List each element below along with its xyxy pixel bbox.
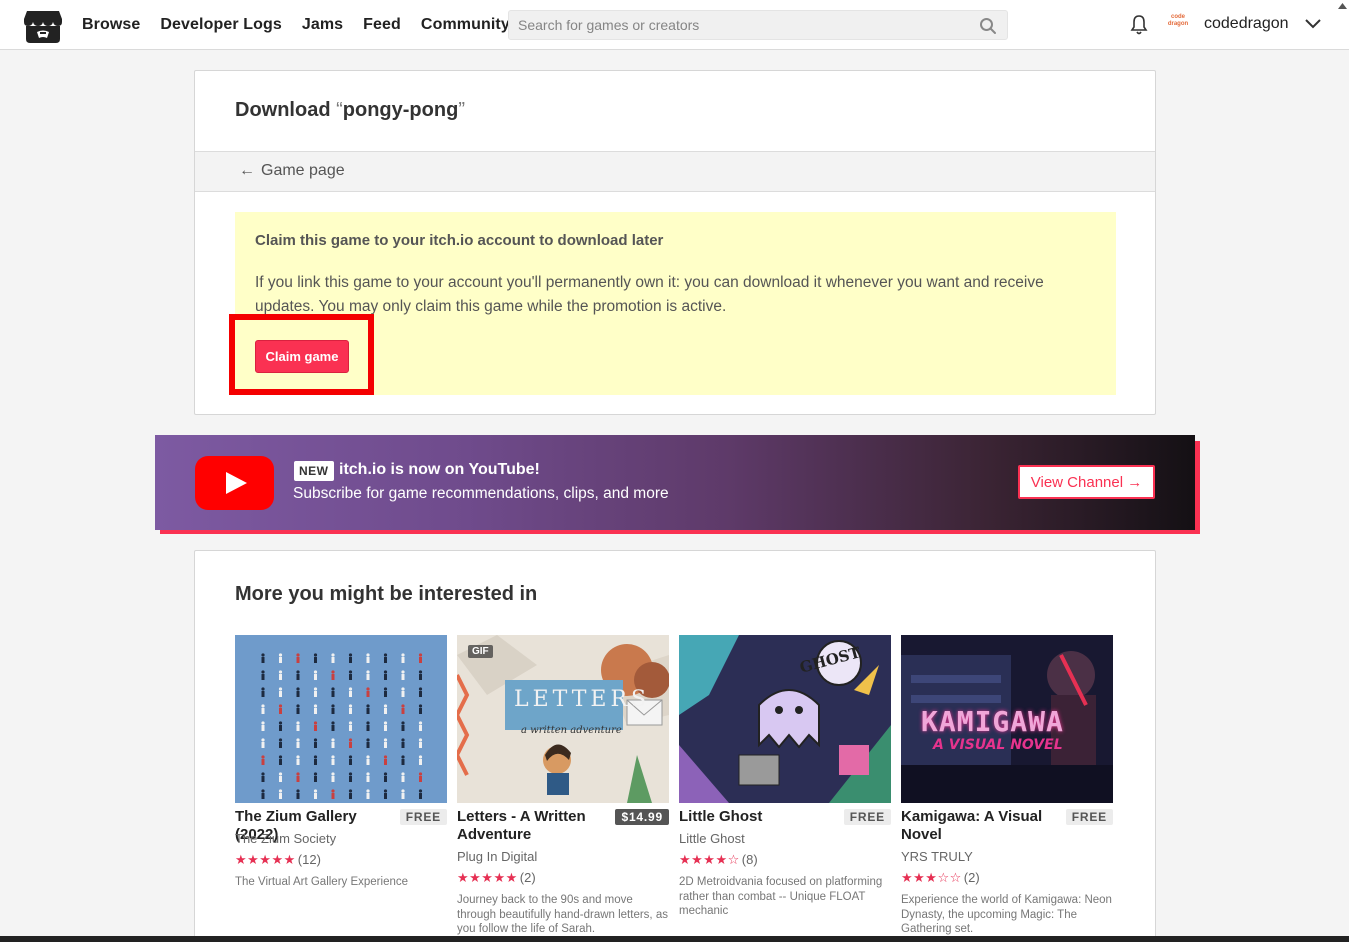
- nav-developer-logs[interactable]: Developer Logs: [160, 16, 281, 34]
- letters-art: [457, 635, 669, 803]
- game-thumbnail[interactable]: KAMIGAWA A VISUAL NOVEL: [901, 635, 1113, 803]
- price-badge: FREE: [399, 809, 447, 825]
- claim-heading: Claim this game to your itch.io account …: [255, 232, 664, 249]
- banner-title: itch.io is now on YouTube!: [339, 461, 540, 478]
- rating-stars: ★★★★☆ (8): [679, 852, 758, 867]
- game-author[interactable]: The Zium Society: [235, 831, 336, 846]
- price-badge: FREE: [843, 809, 891, 825]
- page-title: Download “pongy-pong”: [235, 99, 465, 121]
- game-cell: The Zium Gallery (2022) FREE The Zium So…: [235, 635, 447, 888]
- game-cell: KAMIGAWA A VISUAL NOVEL Kamigawa: A Visu…: [901, 635, 1113, 935]
- game-thumbnail[interactable]: GIF LETTERS a written adventure: [457, 635, 669, 803]
- zium-gallery-art: [261, 653, 423, 799]
- game-name: pongy-pong: [342, 99, 459, 121]
- game-thumbnail[interactable]: [235, 635, 447, 803]
- nav-jams[interactable]: Jams: [302, 16, 343, 34]
- game-title[interactable]: Letters - A Written Adventure: [457, 808, 607, 844]
- game-description: The Virtual Art Gallery Experience: [235, 876, 409, 888]
- game-title[interactable]: Little Ghost: [679, 808, 839, 826]
- recommendations-card: More you might be interested in The Zium…: [194, 550, 1156, 942]
- banner-subtitle: Subscribe for game recommendations, clip…: [293, 485, 669, 502]
- game-author[interactable]: YRS TRULY: [901, 849, 973, 864]
- top-header: Browse Developer Logs Jams Feed Communit…: [0, 0, 1349, 50]
- art-title: LETTERS: [514, 687, 651, 712]
- new-badge: NEW: [294, 461, 334, 481]
- rating-stars: ★★★☆☆ (2): [901, 870, 980, 885]
- game-page-link[interactable]: ← Game page: [239, 162, 345, 180]
- gif-badge: GIF: [468, 645, 493, 658]
- art-title: KAMIGAWA: [921, 705, 1064, 738]
- search-icon[interactable]: [979, 17, 997, 35]
- chevron-down-icon[interactable]: [1304, 17, 1322, 31]
- claim-description: If you link this game to your account yo…: [255, 274, 1044, 315]
- main-nav: Browse Developer Logs Jams Feed Communit…: [82, 0, 530, 50]
- art-subtitle: A VISUAL NOVEL: [933, 737, 1063, 753]
- game-author[interactable]: Plug In Digital: [457, 849, 537, 864]
- username[interactable]: codedragon: [1204, 15, 1289, 33]
- arrow-left-icon: ←: [239, 162, 255, 179]
- youtube-play-icon[interactable]: [195, 456, 274, 510]
- game-title[interactable]: Kamigawa: A Visual Novel: [901, 808, 1051, 844]
- rating-stars: ★★★★★ (2): [457, 870, 536, 885]
- game-description: Journey back to the 90s and move through…: [457, 894, 668, 935]
- game-thumbnail[interactable]: GHOST: [679, 635, 891, 803]
- itchio-logo-icon[interactable]: [23, 8, 63, 44]
- claim-game-button[interactable]: Claim game: [255, 340, 349, 373]
- game-cell: GIF LETTERS a written adventure Letters …: [457, 635, 669, 935]
- nav-community[interactable]: Community: [421, 16, 510, 34]
- youtube-banner: NEW itch.io is now on YouTube! Subscribe…: [155, 435, 1195, 530]
- price-badge: $14.99: [615, 809, 669, 825]
- nav-feed[interactable]: Feed: [363, 16, 401, 34]
- download-card: Download “pongy-pong” ← Game page Claim …: [194, 70, 1156, 415]
- art-subtitle: a written adventure: [521, 725, 622, 736]
- bottom-bar: [0, 936, 1349, 942]
- game-cell: GHOST Little Ghost FREE Little Ghost ★★★…: [679, 635, 891, 917]
- scroll-up-icon[interactable]: [1336, 0, 1349, 12]
- game-description: 2D Metroidvania focused on platforming r…: [679, 876, 883, 917]
- search-bar: [508, 10, 1008, 40]
- notification-bell-icon[interactable]: [1129, 14, 1149, 36]
- recommendations-title: More you might be interested in: [235, 583, 538, 605]
- back-bar: ← Game page: [195, 151, 1155, 192]
- claim-notice: Claim this game to your itch.io account …: [235, 212, 1116, 395]
- view-channel-button[interactable]: View Channel →: [1018, 465, 1155, 499]
- game-author[interactable]: Little Ghost: [679, 831, 745, 846]
- avatar[interactable]: code dragon: [1165, 14, 1191, 36]
- rating-stars: ★★★★★ (12): [235, 852, 321, 867]
- game-description: Experience the world of Kamigawa: Neon D…: [901, 894, 1112, 935]
- search-input[interactable]: [509, 17, 969, 33]
- price-badge: FREE: [1065, 809, 1113, 825]
- nav-browse[interactable]: Browse: [82, 16, 140, 34]
